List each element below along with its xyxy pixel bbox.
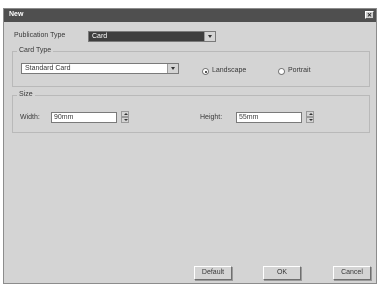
close-icon[interactable]: ✕ [365,11,374,19]
window-title: New [9,11,24,18]
card-type-legend: Card Type [17,47,54,54]
publication-type-select[interactable]: Card [88,31,216,42]
width-input[interactable]: 90mm [51,112,117,123]
landscape-label: Landscape [212,67,247,74]
title-bar[interactable]: New ✕ [4,9,376,22]
chevron-down-icon[interactable] [204,32,215,41]
height-stepper[interactable] [306,111,314,124]
publication-type-label: Publication Type [14,32,66,39]
decrement-icon[interactable] [121,117,129,123]
default-button[interactable]: Default [194,266,232,280]
width-value: 90mm [54,114,74,121]
height-value: 55mm [239,114,259,121]
card-type-select[interactable]: Standard Card [21,63,179,74]
portrait-radio[interactable] [278,68,285,75]
chevron-down-icon[interactable] [167,64,178,73]
landscape-radio[interactable] [202,68,209,75]
publication-type-value: Card [92,33,108,40]
card-type-value: Standard Card [25,65,71,72]
portrait-label: Portrait [288,67,311,74]
width-label: Width: [20,114,40,121]
new-dialog: New ✕ Publication Type Card Card Type St… [3,8,377,284]
size-legend: Size [17,91,35,98]
height-label: Height: [200,114,223,121]
ok-button[interactable]: OK [263,266,301,280]
width-stepper[interactable] [121,111,129,124]
decrement-icon[interactable] [306,117,314,123]
cancel-button[interactable]: Cancel [333,266,371,280]
height-input[interactable]: 55mm [236,112,302,123]
